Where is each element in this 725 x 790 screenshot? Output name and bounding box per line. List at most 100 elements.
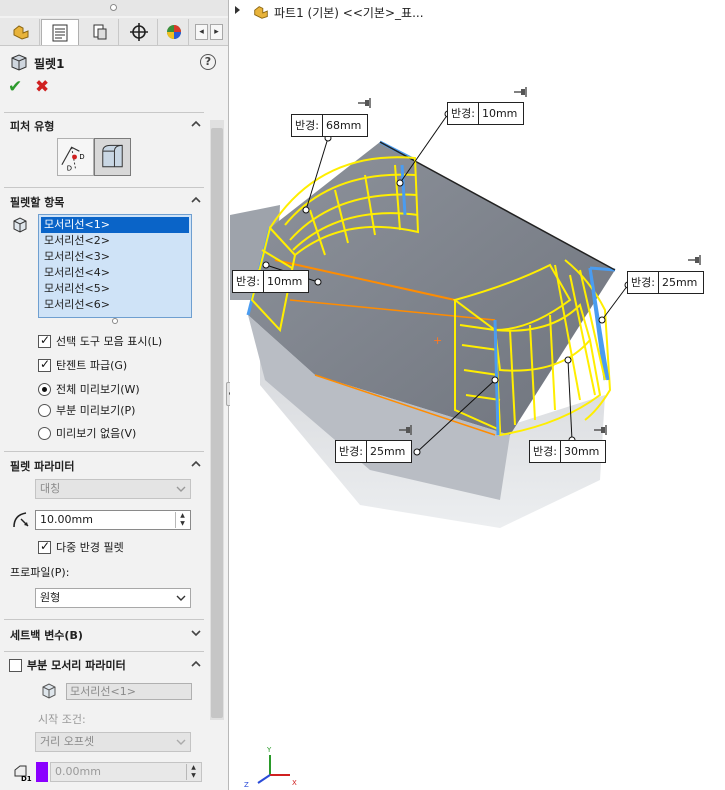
configuration-manager-icon	[93, 24, 106, 40]
radius-callout-label: 반경:	[530, 441, 561, 462]
tab-scroll-right-button[interactable]: ▸	[210, 24, 223, 40]
collapse-chevron-icon[interactable]	[190, 458, 202, 470]
pin-icon[interactable]	[514, 87, 528, 97]
radius-callout-label: 반경:	[233, 271, 264, 292]
profile-value: 원형	[40, 591, 61, 604]
radius-callout-value[interactable]: 25mm	[367, 441, 411, 462]
pin-icon[interactable]	[594, 425, 608, 435]
spin-up-icon[interactable]: ▲	[176, 512, 189, 520]
profile-dropdown[interactable]: 원형	[35, 588, 191, 608]
radius-callout-value[interactable]: 30mm	[561, 441, 605, 462]
offset-value: 거리 오프셋	[40, 735, 95, 748]
dimxpert-manager-tab[interactable]	[120, 19, 158, 45]
spin-down-icon: ▼	[191, 772, 196, 779]
partial-edge-checkbox[interactable]	[9, 658, 22, 672]
offset-dropdown: 거리 오프셋	[35, 732, 191, 752]
svg-text:D1: D1	[21, 775, 32, 782]
svg-text:X: X	[292, 779, 297, 787]
edge-selection-list[interactable]: 모서리선<1> 모서리선<2> 모서리선<3> 모서리선<4> 모서리선<5> …	[38, 214, 192, 318]
cancel-button[interactable]: ✖	[35, 79, 49, 96]
chevron-down-icon	[176, 595, 186, 601]
show-toolbar-checkbox-row[interactable]: 선택 도구 모음 표시(L)	[38, 333, 162, 349]
fillet-parameters-section-title: 필렛 파라미터	[10, 460, 75, 473]
manual-fillet-button[interactable]: DD	[57, 138, 94, 176]
show-toolbar-checkbox[interactable]	[38, 333, 51, 348]
edge-list-item[interactable]: 모서리선<2>	[41, 233, 189, 249]
edge-list-item[interactable]: 모서리선<3>	[41, 249, 189, 265]
list-resize-grip[interactable]	[112, 318, 118, 324]
radius-callout-value[interactable]: 10mm	[264, 271, 308, 292]
partial-edge-checkbox-row[interactable]: 부분 모서리 파라미터	[9, 657, 126, 673]
multi-radius-checkbox[interactable]	[38, 539, 51, 554]
start-condition-label: 시작 조건:	[38, 713, 86, 726]
full-preview-radio[interactable]	[38, 382, 51, 396]
collapse-chevron-icon[interactable]	[190, 118, 202, 130]
configuration-manager-tab[interactable]	[81, 19, 119, 45]
expand-chevron-icon[interactable]	[190, 627, 202, 639]
setback-section-title: 세트백 변수(B)	[10, 629, 83, 642]
feature-manager-tab[interactable]	[2, 19, 40, 45]
full-preview-radio-row[interactable]: 전체 미리보기(W)	[38, 381, 140, 397]
distance-d1-icon: D1	[14, 765, 32, 782]
radius-icon	[13, 512, 29, 528]
radius-spinner[interactable]: ▲ ▼	[175, 512, 189, 528]
radius-callout[interactable]: 반경: 10mm	[232, 270, 310, 293]
section-divider	[4, 619, 204, 620]
distance-color-swatch[interactable]	[36, 762, 48, 782]
tab-scroll-left-button[interactable]: ◂	[195, 24, 208, 40]
pin-icon[interactable]	[688, 255, 702, 265]
fillet-xpert-icon	[102, 144, 123, 168]
radius-callout[interactable]: 반경: 30mm	[529, 440, 607, 463]
radius-input[interactable]: 10.00mm ▲ ▼	[35, 510, 191, 530]
radius-callout[interactable]: 반경: 68mm	[291, 114, 369, 137]
collapse-chevron-icon[interactable]	[190, 658, 202, 670]
partial-preview-radio[interactable]	[38, 403, 51, 417]
distance-spinner: ▲ ▼	[186, 764, 200, 780]
fillet-icon	[11, 54, 27, 71]
radius-callout[interactable]: 반경: 25mm	[627, 271, 705, 294]
pin-icon[interactable]	[358, 98, 372, 108]
ok-button[interactable]: ✔	[8, 79, 22, 96]
panel-grip[interactable]	[0, 0, 228, 16]
help-icon[interactable]: ?	[200, 54, 216, 70]
edge-list-item[interactable]: 모서리선<1>	[41, 217, 189, 233]
svg-text:+: +	[433, 334, 442, 347]
radius-callout[interactable]: 반경: 25mm	[335, 440, 413, 463]
partial-preview-radio-row[interactable]: 부분 미리보기(P)	[38, 402, 135, 418]
no-preview-radio-row[interactable]: 미리보기 없음(V)	[38, 425, 136, 441]
spin-down-icon[interactable]: ▼	[176, 520, 189, 528]
graphics-area[interactable]: 파트1 (기본) <<기본>_표... + Y X Z 반경: 68mm 반경:…	[230, 0, 725, 790]
collapse-chevron-icon[interactable]	[190, 194, 202, 206]
scrollbar-thumb[interactable]	[211, 128, 223, 718]
property-manager-icon	[52, 24, 68, 41]
full-preview-label: 전체 미리보기(W)	[56, 383, 140, 396]
radius-callout-value[interactable]: 25mm	[659, 272, 703, 293]
radius-callout-value[interactable]: 10mm	[479, 103, 523, 124]
panel-scrollbar[interactable]	[210, 120, 224, 720]
partial-edge-field: 모서리선<1>	[66, 683, 192, 700]
radius-callout-label: 반경:	[448, 103, 479, 124]
tangent-propagation-label: 탄젠트 파급(G)	[56, 359, 128, 372]
radius-value: 10.00mm	[40, 513, 93, 526]
property-manager-tab[interactable]	[41, 19, 79, 45]
no-preview-radio[interactable]	[38, 426, 51, 440]
svg-text:Y: Y	[266, 746, 272, 754]
svg-text:Z: Z	[244, 781, 249, 789]
items-to-fillet-section-title: 필렛할 항목	[10, 196, 65, 209]
radius-callout-value[interactable]: 68mm	[323, 115, 367, 136]
edge-list-item[interactable]: 모서리선<4>	[41, 265, 189, 281]
feature-manager-icon	[13, 25, 28, 40]
distance-value: 0.00mm	[55, 765, 101, 778]
tangent-propagation-checkbox[interactable]	[38, 357, 51, 372]
chevron-down-icon	[176, 739, 186, 745]
no-preview-label: 미리보기 없음(V)	[56, 427, 137, 440]
radius-callout[interactable]: 반경: 10mm	[447, 102, 525, 125]
display-manager-tab[interactable]	[159, 19, 189, 45]
edge-list-item[interactable]: 모서리선<6>	[41, 297, 189, 313]
multi-radius-checkbox-row[interactable]: 다중 반경 필렛	[38, 539, 124, 555]
pin-icon[interactable]	[399, 425, 413, 435]
profile-label: 프로파일(P):	[10, 566, 70, 579]
tangent-propagation-checkbox-row[interactable]: 탄젠트 파급(G)	[38, 357, 127, 373]
edge-list-item[interactable]: 모서리선<5>	[41, 281, 189, 297]
fillet-xpert-button[interactable]	[94, 138, 131, 176]
